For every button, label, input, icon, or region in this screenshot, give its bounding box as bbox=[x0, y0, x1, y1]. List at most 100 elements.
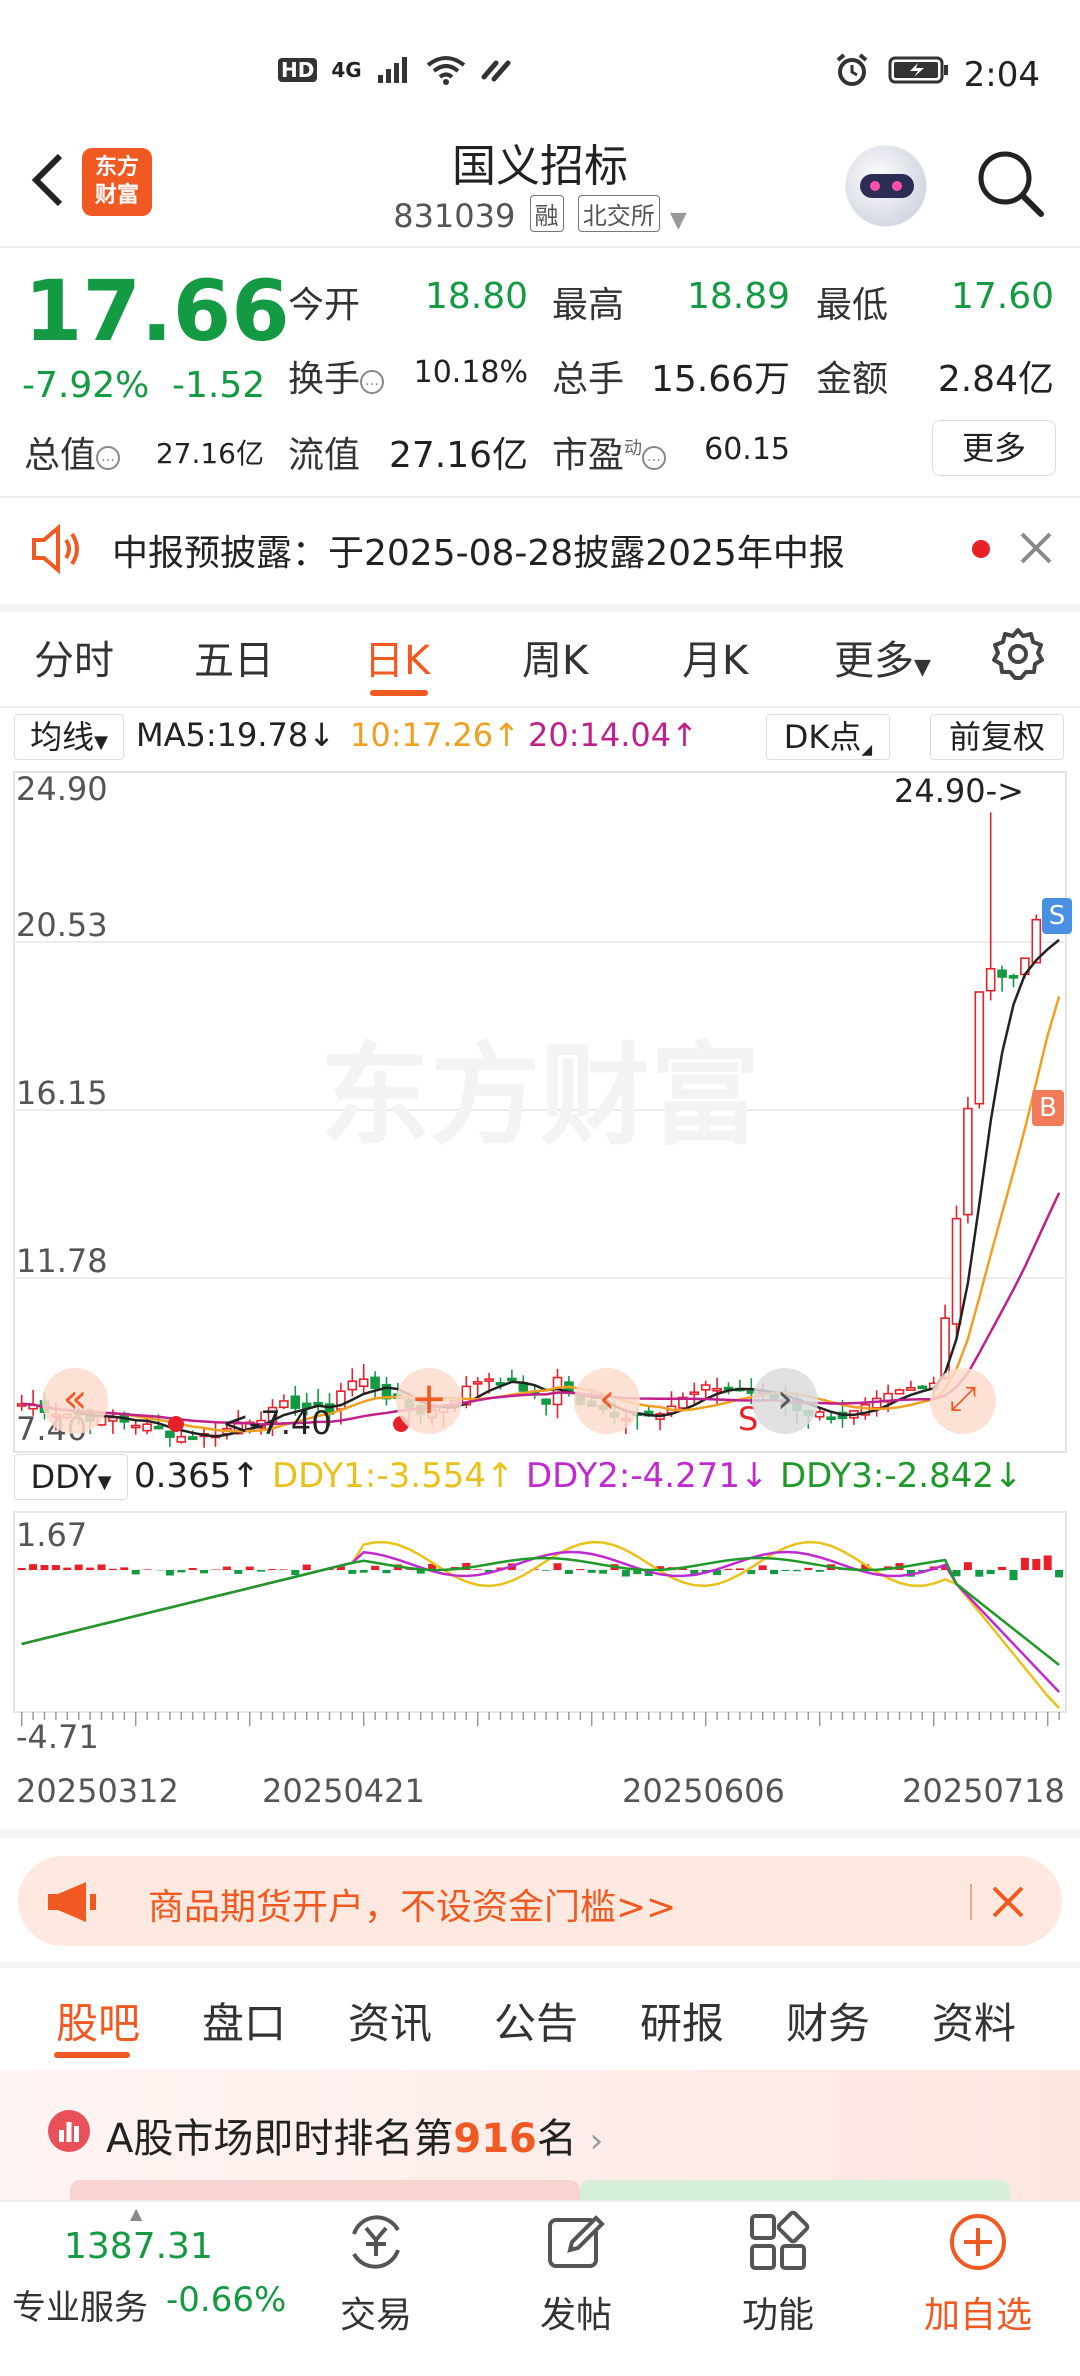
ddy-bar bbox=[1055, 1570, 1064, 1578]
rank-bar-right bbox=[580, 2180, 1010, 2200]
adjust-select[interactable]: 前复权 bbox=[930, 714, 1064, 760]
candle-body bbox=[142, 1423, 152, 1432]
ma20-value: 20:14.04↑ bbox=[528, 716, 698, 754]
tab-five-day[interactable]: 五日 bbox=[194, 628, 274, 686]
tab-handicap[interactable]: 盘口 bbox=[202, 1990, 286, 2051]
post-icon[interactable] bbox=[544, 2210, 608, 2278]
low-value: 17.60 bbox=[950, 276, 1054, 317]
caret-down-icon: ▼ bbox=[94, 732, 108, 753]
tab-monthly-k[interactable]: 月K bbox=[682, 628, 748, 686]
ddy-bar bbox=[143, 1569, 152, 1570]
network-gen-icon: 4G bbox=[331, 58, 362, 82]
amount-value: 2.84亿 bbox=[937, 359, 1054, 400]
candle-body bbox=[1008, 975, 1019, 979]
ddy-bar bbox=[781, 1570, 790, 1572]
ddy-bar bbox=[279, 1569, 288, 1570]
x-axis-ticks bbox=[20, 1712, 1060, 1726]
ddy-bar bbox=[63, 1567, 72, 1570]
functions-label[interactable]: 功能 bbox=[742, 2286, 814, 2338]
add-circle-icon[interactable] bbox=[946, 2210, 1010, 2278]
ddy-bar bbox=[131, 1570, 140, 1575]
candle-body bbox=[917, 1385, 928, 1390]
trade-icon[interactable] bbox=[344, 2210, 408, 2278]
buy-marker[interactable]: B bbox=[1032, 1090, 1064, 1126]
index-value[interactable]: 1387.31 bbox=[64, 2226, 213, 2267]
search-icon[interactable] bbox=[975, 148, 1045, 222]
ddy-bar bbox=[40, 1565, 49, 1570]
ddy-bar bbox=[120, 1567, 129, 1570]
pro-service-label[interactable]: 专业服务 bbox=[12, 2280, 148, 2329]
ddy2-value: DDY2:-4.271↓ bbox=[526, 1456, 769, 1496]
margin-tag: 融 bbox=[529, 195, 564, 232]
tab-daily-k[interactable]: 日K bbox=[364, 628, 430, 686]
ddy-bar bbox=[542, 1570, 551, 1571]
tab-intraday[interactable]: 分时 bbox=[34, 628, 114, 686]
tab-research[interactable]: 研报 bbox=[640, 1990, 724, 2051]
tab-news[interactable]: 资讯 bbox=[348, 1990, 432, 2051]
crosshair-plus-icon[interactable]: + bbox=[396, 1368, 462, 1434]
turnover-label[interactable]: 换手… bbox=[288, 350, 385, 402]
gear-icon[interactable] bbox=[990, 626, 1046, 686]
market-cap-label[interactable]: 总值… bbox=[24, 426, 121, 478]
ddy-bar bbox=[291, 1570, 300, 1576]
ddy3-line bbox=[21, 1556, 1060, 1666]
exchange-tag: 北交所 bbox=[577, 195, 660, 232]
ddy-select[interactable]: DDY▼ bbox=[14, 1454, 128, 1500]
ddy-bar bbox=[200, 1570, 209, 1574]
add-watchlist-label[interactable]: 加自选 bbox=[924, 2286, 1032, 2338]
chevron-right-icon[interactable]: › bbox=[752, 1368, 818, 1434]
ddy-bar bbox=[576, 1569, 585, 1570]
active-tab-indicator bbox=[54, 2052, 130, 2058]
ddy-bar bbox=[724, 1568, 733, 1570]
x-date-3: 20250606 bbox=[622, 1772, 785, 1810]
expand-icon[interactable]: ⤢ bbox=[930, 1368, 996, 1434]
notice-text[interactable]: 中报预披露：于2025-08-28披露2025年中报 bbox=[112, 524, 845, 576]
tab-profile[interactable]: 资料 bbox=[932, 1990, 1016, 2051]
tab-weekly-k[interactable]: 周K bbox=[522, 628, 588, 686]
tab-forum[interactable]: 股吧 bbox=[56, 1990, 140, 2051]
candle-body bbox=[712, 1388, 722, 1392]
ddy-bar bbox=[553, 1563, 562, 1570]
post-label[interactable]: 发帖 bbox=[540, 2286, 612, 2338]
amount-label: 金额 bbox=[816, 359, 889, 400]
ddy-bar bbox=[108, 1568, 117, 1570]
active-tab-indicator bbox=[370, 690, 428, 696]
close-icon[interactable] bbox=[990, 1884, 1026, 1924]
pe-label[interactable]: 市盈动… bbox=[552, 426, 667, 478]
zoom-out-icon[interactable]: « bbox=[42, 1368, 108, 1434]
ddy-bar bbox=[621, 1570, 630, 1577]
more-quote-button[interactable]: 更多 bbox=[932, 420, 1056, 476]
rank-text[interactable]: A股市场即时排名第916名 › bbox=[106, 2106, 603, 2164]
open-value: 18.80 bbox=[424, 276, 528, 317]
tab-announcements[interactable]: 公告 bbox=[494, 1990, 578, 2051]
y-label-4: 11.78 bbox=[16, 1242, 108, 1280]
market-cap-value: 27.16亿 bbox=[155, 437, 264, 470]
ddy-bar bbox=[587, 1570, 596, 1573]
y-label-3: 16.15 bbox=[16, 1074, 108, 1112]
candle-body bbox=[176, 1435, 187, 1443]
divider bbox=[0, 1962, 1080, 1968]
ad-banner-text[interactable]: 商品期货开户，不设资金门槛>> bbox=[148, 1878, 676, 1930]
sell-marker[interactable]: S bbox=[1042, 898, 1072, 934]
speaker-icon bbox=[30, 523, 82, 578]
open-label: 今开 bbox=[288, 285, 361, 326]
close-icon[interactable] bbox=[1018, 530, 1054, 570]
functions-icon[interactable] bbox=[746, 2210, 810, 2278]
assistant-robot-icon[interactable] bbox=[845, 145, 927, 227]
ddy-frame bbox=[13, 1511, 1067, 1713]
caret-up-icon: ▲ bbox=[130, 2204, 143, 2223]
kline-chart[interactable]: 东方财富 bbox=[0, 764, 1080, 1844]
tab-more-periods[interactable]: 更多▼ bbox=[834, 628, 931, 686]
rank-bar-left bbox=[70, 2180, 580, 2200]
ma10-value: 10:17.26↑ bbox=[350, 716, 520, 754]
chevron-left-icon[interactable]: ‹ bbox=[574, 1368, 640, 1434]
candle-body bbox=[826, 1416, 836, 1421]
ddy-bar bbox=[382, 1570, 391, 1574]
ma-select[interactable]: 均线▼ bbox=[14, 714, 124, 760]
divider bbox=[0, 706, 1080, 708]
ddy-bar bbox=[51, 1565, 60, 1570]
tab-finance[interactable]: 财务 bbox=[786, 1990, 870, 2051]
dk-point-button[interactable]: DK点◢ bbox=[766, 714, 890, 760]
trade-label[interactable]: 交易 bbox=[340, 2286, 412, 2338]
ddy-y-top: 1.67 bbox=[16, 1516, 88, 1554]
